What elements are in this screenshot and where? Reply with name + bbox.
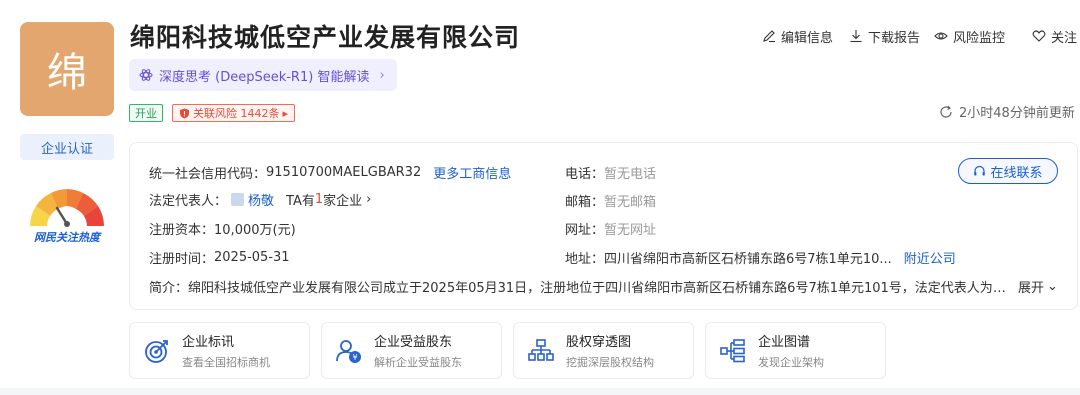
shield-icon (180, 108, 189, 118)
contact-label: 在线联系 (990, 165, 1043, 181)
legal-suffix[interactable]: 家企业 (323, 190, 362, 209)
ai-analysis-button[interactable]: 深度思考 (DeepSeek-R1) 智能解读 › (129, 59, 397, 91)
refresh-update-button[interactable]: 2小时48分钟前更新 (939, 102, 1075, 121)
legal-count: 1 (314, 192, 324, 207)
intro-text: 绵阳科技城低空产业发展有限公司成立于2025年05月31日，注册地位于四川省绵阳… (188, 281, 1019, 296)
legal-ta: TA有 (286, 194, 315, 209)
equity-tree-icon (528, 338, 554, 361)
caret-right-icon: ▸ (282, 106, 289, 120)
email-row: 邮箱： 暂无邮箱 (565, 191, 656, 210)
card-subtitle: 查看全国招标商机 (182, 356, 270, 369)
intro-label: 简介： (149, 281, 189, 296)
edit-label: 编辑信息 (781, 30, 834, 46)
download-label: 下载报告 (868, 30, 921, 46)
capital-value: 10,000万(元) (214, 223, 296, 238)
address-value: 四川省绵阳市高新区石桥铺东路6号7栋1单元10... (604, 252, 892, 267)
eye-icon (934, 32, 948, 40)
capital-row: 注册资本： 10,000万(元) (149, 219, 296, 238)
expand-label: 展开 (1018, 281, 1045, 296)
logo-char: 绵 (47, 50, 87, 96)
address-row: 地址： 四川省绵阳市高新区石桥铺东路6号7栋1单元10... 附近公司 (565, 248, 956, 267)
heart-icon (1032, 30, 1046, 42)
card-equity-penetration[interactable]: 股权穿透图挖掘深层股权结构 (513, 322, 694, 379)
date-value: 2025-05-31 (214, 250, 290, 265)
person-avatar-icon (231, 193, 245, 206)
company-logo: 绵 (20, 22, 114, 116)
credit-label: 统一社会信用代码： (149, 167, 267, 182)
phone-row: 电话： 暂无电话 (565, 163, 656, 182)
cert-label: 企业认证 (40, 141, 93, 157)
capital-label: 注册资本： (149, 223, 215, 238)
svg-text:¥: ¥ (352, 353, 357, 362)
online-contact-button[interactable]: 在线联系 (958, 158, 1058, 184)
legal-label: 法定代表人： (149, 194, 228, 209)
chevron-down-icon: ⌄ (1047, 279, 1058, 294)
risk-monitor-button[interactable]: 风险监控 (934, 26, 1005, 46)
legal-rep-row: 法定代表人： 杨敬 TA有 1 家企业 › (149, 190, 371, 209)
card-title: 企业受益股东 (374, 335, 453, 350)
page-divider (0, 388, 1080, 395)
more-business-info-link[interactable]: 更多工商信息 (433, 163, 511, 182)
refresh-icon (940, 105, 952, 118)
atom-icon (139, 69, 153, 81)
heat-label: 网民关注热度 (34, 231, 100, 244)
company-name: 绵阳科技城低空产业发展有限公司 (130, 23, 521, 52)
email-label: 邮箱： (565, 195, 605, 210)
risk-badge[interactable]: 关联风险 1442条 ▸ (172, 104, 296, 122)
card-subtitle: 解析企业受益股东 (374, 356, 462, 369)
expand-button[interactable]: 展开 ⌄ (1018, 277, 1058, 296)
follow-label: 关注 (1051, 30, 1078, 46)
follow-button[interactable]: 关注 (1032, 26, 1077, 46)
ai-banner-label: 深度思考 (DeepSeek-R1) 智能解读 (159, 69, 370, 85)
target-icon (145, 339, 168, 363)
status-badge: 开业 (129, 104, 163, 122)
chevron-right-icon: › (379, 67, 385, 83)
chevron-right-icon[interactable]: › (366, 192, 371, 207)
web-value: 暂无网址 (604, 223, 657, 238)
card-title: 企业图谱 (758, 335, 811, 350)
phone-value: 暂无电话 (604, 167, 657, 182)
address-label: 地址： (565, 252, 605, 267)
download-icon (850, 30, 862, 43)
feature-cards: 企业标讯查看全国招标商机 ¥ 企业受益股东 解析企业受益股东 股权穿透图挖掘深层股… (129, 322, 886, 379)
pencil-icon (763, 30, 775, 43)
org-chart-icon (720, 338, 745, 362)
reg-date-row: 注册时间： 2025-05-31 (149, 248, 290, 267)
card-enterprise-graph[interactable]: 企业图谱发现企业架构 (705, 322, 886, 379)
enterprise-certification-button[interactable]: 企业认证 (20, 134, 114, 160)
monitor-label: 风险监控 (953, 30, 1006, 46)
phone-label: 电话： (565, 167, 605, 182)
card-bidding-info[interactable]: 企业标讯查看全国招标商机 (129, 322, 310, 379)
headset-icon (974, 165, 986, 175)
credit-value: 91510700MAELGBAR32 (266, 165, 422, 180)
card-beneficial-owners[interactable]: ¥ 企业受益股东 解析企业受益股东 (321, 322, 502, 379)
date-label: 注册时间： (149, 252, 215, 267)
email-value: 暂无邮箱 (604, 195, 657, 210)
shareholder-icon: ¥ (336, 339, 361, 363)
heat-gauge-icon (30, 189, 104, 227)
nearby-companies-link[interactable]: 附近公司 (904, 248, 956, 267)
card-title: 企业标讯 (182, 335, 235, 350)
intro-row: 简介： 绵阳科技城低空产业发展有限公司成立于2025年05月31日，注册地位于四… (149, 277, 1064, 296)
card-title: 股权穿透图 (566, 335, 632, 350)
credit-code-row: 统一社会信用代码： 91510700MAELGBAR32 更多工商信息 (149, 163, 511, 182)
edit-info-button[interactable]: 编辑信息 (762, 26, 833, 46)
risk-label: 关联风险 1442条 (193, 107, 280, 120)
web-label: 网址： (565, 223, 605, 238)
card-subtitle: 发现企业架构 (758, 356, 824, 369)
update-time: 2小时48分钟前更新 (959, 106, 1075, 121)
website-row: 网址： 暂无网址 (565, 219, 656, 238)
card-subtitle: 挖掘深层股权结构 (566, 356, 654, 369)
legal-rep-name-link[interactable]: 杨敬 (248, 190, 274, 209)
download-report-button[interactable]: 下载报告 (849, 26, 920, 46)
